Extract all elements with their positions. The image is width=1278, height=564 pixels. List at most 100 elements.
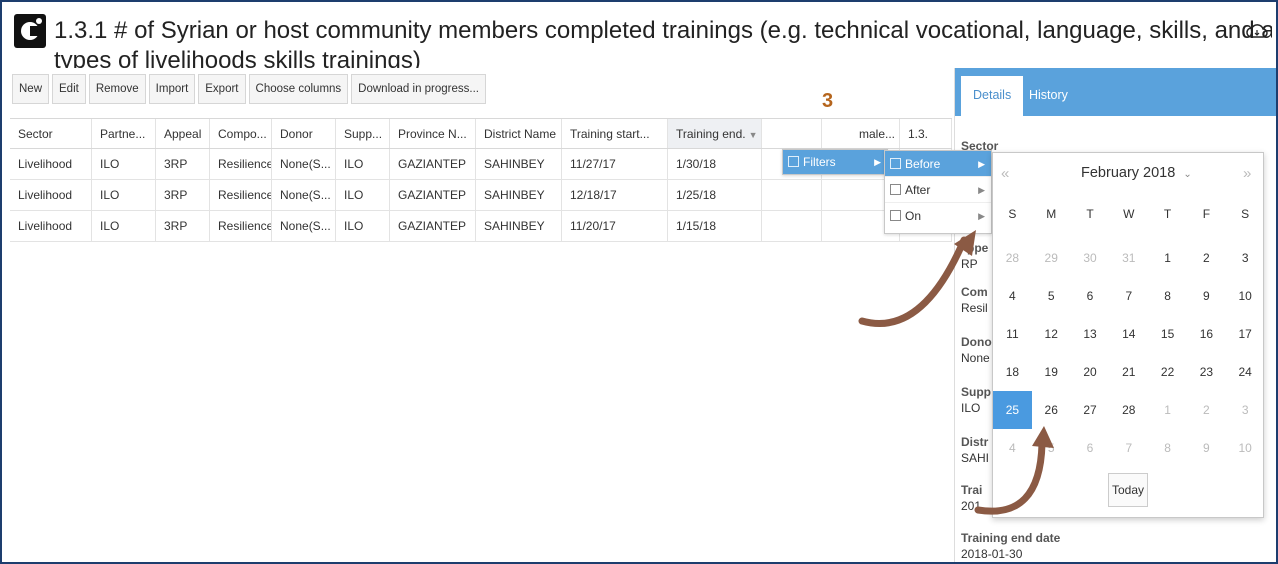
cell-district[interactable]: SAHINBEY [476,211,562,241]
cell-training-end[interactable]: 1/30/18 [668,149,762,179]
cell-training-end[interactable]: 1/15/18 [668,211,762,241]
column-header-province[interactable]: Province N... [390,119,476,148]
calendar-day[interactable]: 2 [1187,391,1226,429]
cell-donor[interactable]: None(S... [272,211,336,241]
calendar-day[interactable]: 30 [1071,239,1110,277]
calendar-day[interactable]: 28 [993,239,1032,277]
cell-province[interactable]: GAZIANTEP [390,180,476,210]
calendar-day[interactable]: 10 [1226,277,1265,315]
column-header-training-start[interactable]: Training start... [562,119,668,148]
calendar-day[interactable]: 20 [1071,353,1110,391]
month-selector[interactable]: February 2018 ⌄ [1081,165,1192,181]
export-button[interactable]: Export [198,74,246,104]
cell-sector[interactable]: Livelihood [10,180,92,210]
cell-blank[interactable] [762,180,822,210]
cell-component[interactable]: Resilience [210,149,272,179]
column-header-component[interactable]: Compo... [210,119,272,148]
calendar-day[interactable]: 1 [1148,239,1187,277]
calendar-day[interactable]: 3 [1226,239,1265,277]
column-header-blank[interactable] [762,119,822,148]
calendar-day[interactable]: 6 [1071,429,1110,467]
calendar-day[interactable]: 16 [1187,315,1226,353]
calendar-day[interactable]: 18 [993,353,1032,391]
column-header-supporter[interactable]: Supp... [336,119,390,148]
calendar-day[interactable]: 28 [1109,391,1148,429]
prev-month-button[interactable]: « [1001,165,1009,182]
calendar-day[interactable]: 2 [1187,239,1226,277]
calendar-day[interactable]: 12 [1032,315,1071,353]
cell-component[interactable]: Resilience [210,211,272,241]
calendar-day[interactable]: 29 [1032,239,1071,277]
calendar-day[interactable]: 11 [993,315,1032,353]
column-header-training-end[interactable]: Training end. ▼ [668,119,762,148]
calendar-day[interactable]: 21 [1109,353,1148,391]
column-header-male[interactable]: male... [822,119,900,148]
calendar-day[interactable]: 8 [1148,429,1187,467]
calendar-day[interactable]: 19 [1032,353,1071,391]
calendar-day[interactable]: 5 [1032,277,1071,315]
calendar-day[interactable]: 10 [1226,429,1265,467]
calendar-day[interactable]: 17 [1226,315,1265,353]
calendar-day[interactable]: 1 [1148,391,1187,429]
after-checkbox[interactable] [890,184,901,195]
calendar-day[interactable]: 13 [1071,315,1110,353]
today-button[interactable]: Today [1108,473,1148,507]
tab-details[interactable]: Details [961,76,1024,116]
column-header-appeal[interactable]: Appeal [156,119,210,148]
cell-appeal[interactable]: 3RP [156,180,210,210]
cell-supporter[interactable]: ILO [336,180,390,210]
filters-checkbox[interactable] [788,156,799,167]
cell-donor[interactable]: None(S... [272,149,336,179]
column-header-indicator[interactable]: 1.3. [900,119,952,148]
menu-item-before[interactable]: Before ▶ [885,151,991,177]
cell-sector[interactable]: Livelihood [10,149,92,179]
calendar-day[interactable]: 9 [1187,429,1226,467]
cell-training-start[interactable]: 11/27/17 [562,149,668,179]
cell-district[interactable]: SAHINBEY [476,180,562,210]
cloud-icon[interactable] [1246,22,1268,40]
cell-supporter[interactable]: ILO [336,149,390,179]
cell-partner[interactable]: ILO [92,211,156,241]
calendar-day[interactable]: 23 [1187,353,1226,391]
calendar-day[interactable]: 4 [993,277,1032,315]
tab-history[interactable]: History [1017,76,1080,116]
cell-blank[interactable] [762,211,822,241]
calendar-day[interactable]: 6 [1071,277,1110,315]
cell-district[interactable]: SAHINBEY [476,149,562,179]
new-button[interactable]: New [12,74,50,104]
cell-appeal[interactable]: 3RP [156,149,210,179]
cell-training-start[interactable]: 12/18/17 [562,180,668,210]
column-menu-icon[interactable]: ▼ [749,130,758,140]
calendar-day[interactable]: 14 [1109,315,1148,353]
cell-partner[interactable]: ILO [92,180,156,210]
column-header-partner[interactable]: Partne... [92,119,156,148]
cell-supporter[interactable]: ILO [336,211,390,241]
cell-appeal[interactable]: 3RP [156,211,210,241]
calendar-day[interactable]: 8 [1148,277,1187,315]
download-button[interactable]: Download in progress... [351,74,486,104]
calendar-day[interactable]: 27 [1071,391,1110,429]
cell-partner[interactable]: ILO [92,149,156,179]
choose-columns-button[interactable]: Choose columns [248,74,349,104]
column-header-donor[interactable]: Donor [272,119,336,148]
import-button[interactable]: Import [148,74,196,104]
edit-button[interactable]: Edit [52,74,86,104]
calendar-day[interactable]: 3 [1226,391,1265,429]
cell-training-end[interactable]: 1/25/18 [668,180,762,210]
calendar-day[interactable]: 31 [1109,239,1148,277]
cell-donor[interactable]: None(S... [272,180,336,210]
table-row[interactable]: Livelihood ILO 3RP Resilience None(S... ILO GA… [10,180,952,211]
cell-sector[interactable]: Livelihood [10,211,92,241]
menu-item-filters[interactable]: Filters ▶ [783,150,887,174]
calendar-day[interactable]: 22 [1148,353,1187,391]
column-header-sector[interactable]: Sector [10,119,92,148]
cell-component[interactable]: Resilience [210,180,272,210]
menu-item-after[interactable]: After ▶ [885,177,991,203]
column-header-district[interactable]: District Name [476,119,562,148]
cell-province[interactable]: GAZIANTEP [390,211,476,241]
next-month-button[interactable]: » [1243,165,1251,182]
calendar-day[interactable]: 7 [1109,429,1148,467]
calendar-day[interactable]: 15 [1148,315,1187,353]
before-checkbox[interactable] [890,158,901,169]
calendar-day[interactable]: 9 [1187,277,1226,315]
